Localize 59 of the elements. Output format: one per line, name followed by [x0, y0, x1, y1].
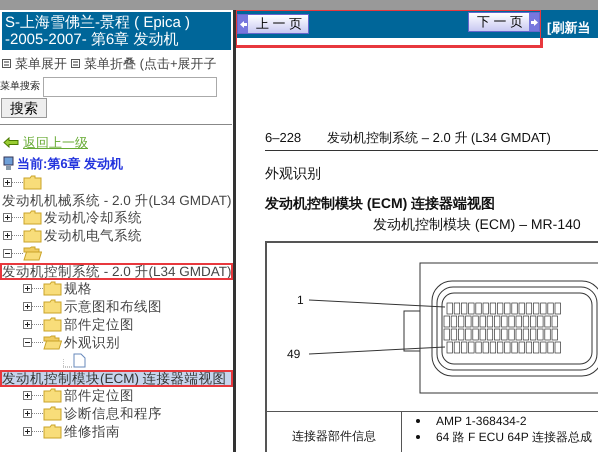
folder-icon	[43, 335, 62, 350]
tree-item[interactable]: 示意图和布线图	[62, 298, 164, 316]
menu-icon	[71, 59, 80, 68]
next-page-button[interactable]: 下 一 页	[468, 12, 540, 32]
expand-icon[interactable]	[3, 178, 23, 187]
folder-icon	[43, 406, 62, 421]
page-number: 6–228	[265, 129, 302, 147]
expand-icon[interactable]	[3, 231, 23, 240]
expand-icon[interactable]	[3, 213, 23, 222]
tree-item[interactable]: 发动机电气系统	[42, 226, 144, 244]
expand-icon[interactable]	[23, 320, 43, 329]
expand-icon[interactable]	[23, 284, 43, 293]
previous-page-button[interactable]: 上 一 页	[237, 14, 310, 34]
table-cell-text: 连接器部件信息	[292, 428, 376, 445]
pin-label: 49	[287, 346, 300, 360]
expand-icon[interactable]	[23, 302, 43, 311]
tree-item[interactable]: 外观识别	[62, 334, 122, 352]
figure-title: 发动机控制模块 (ECM) – MR-140	[373, 214, 582, 234]
running-head: 发动机控制系统 – 2.0 升 (L34 GMDAT)	[327, 129, 551, 147]
back-arrow-icon	[3, 136, 19, 148]
table-cell: 64 路 F ECU 64P 连接器总成	[436, 428, 592, 444]
tree-item[interactable]: 维修指南	[62, 422, 122, 440]
bullet-icon	[416, 434, 420, 438]
folder-icon	[43, 388, 62, 403]
table-cell: AMP 1-368434-2	[436, 412, 527, 428]
expand-icon[interactable]	[23, 391, 43, 400]
document-icon	[63, 353, 86, 368]
tree-item[interactable]: 发动机控制模块(ECM) 连接器端视图	[0, 370, 233, 386]
tree-item[interactable]: 部件定位图	[62, 386, 136, 404]
tree-item[interactable]: 发动机机械系统 - 2.0 升(L34 GMDAT)	[0, 192, 233, 208]
folder-icon	[43, 424, 62, 439]
folder-icon	[23, 210, 42, 225]
folder-icon	[23, 175, 42, 190]
tree-item[interactable]: 诊断信息和程序	[62, 404, 164, 422]
folder-icon	[23, 246, 42, 261]
menu-toggle-link[interactable]: 菜单折叠 (点击+展开子	[84, 54, 217, 74]
expand-icon[interactable]	[23, 409, 43, 418]
panel-title: S-上海雪佛兰-景程 ( Epica ) -2005-2007- 第6章 发动机	[2, 12, 231, 50]
pin-label: 1	[297, 292, 304, 306]
tree-item[interactable]: 发动机冷却系统	[42, 208, 144, 226]
tree-item[interactable]: 部件定位图	[62, 316, 136, 334]
search-label: 菜单搜索	[0, 80, 40, 94]
expand-icon[interactable]	[23, 427, 43, 436]
collapse-icon[interactable]	[23, 338, 43, 347]
folder-icon	[43, 317, 62, 332]
computer-icon	[3, 156, 14, 172]
search-button[interactable]: 搜索	[1, 98, 47, 118]
bullet-icon	[416, 418, 420, 422]
search-field[interactable]	[43, 76, 217, 96]
current-location: 当前:第6章 发动机	[17, 155, 124, 173]
section-heading: 外观识别	[265, 164, 322, 182]
menu-toggle-link[interactable]: 菜单展开	[15, 54, 67, 74]
folder-icon	[23, 228, 42, 243]
tree-item[interactable]: 规格	[62, 280, 94, 298]
folder-icon	[43, 281, 62, 296]
tree-item[interactable]: 发动机控制系统 - 2.0 升(L34 GMDAT)	[0, 262, 233, 280]
page-heading: 发动机控制模块 (ECM) 连接器端视图	[265, 194, 496, 213]
collapse-icon[interactable]	[3, 249, 23, 258]
folder-icon	[43, 299, 62, 314]
